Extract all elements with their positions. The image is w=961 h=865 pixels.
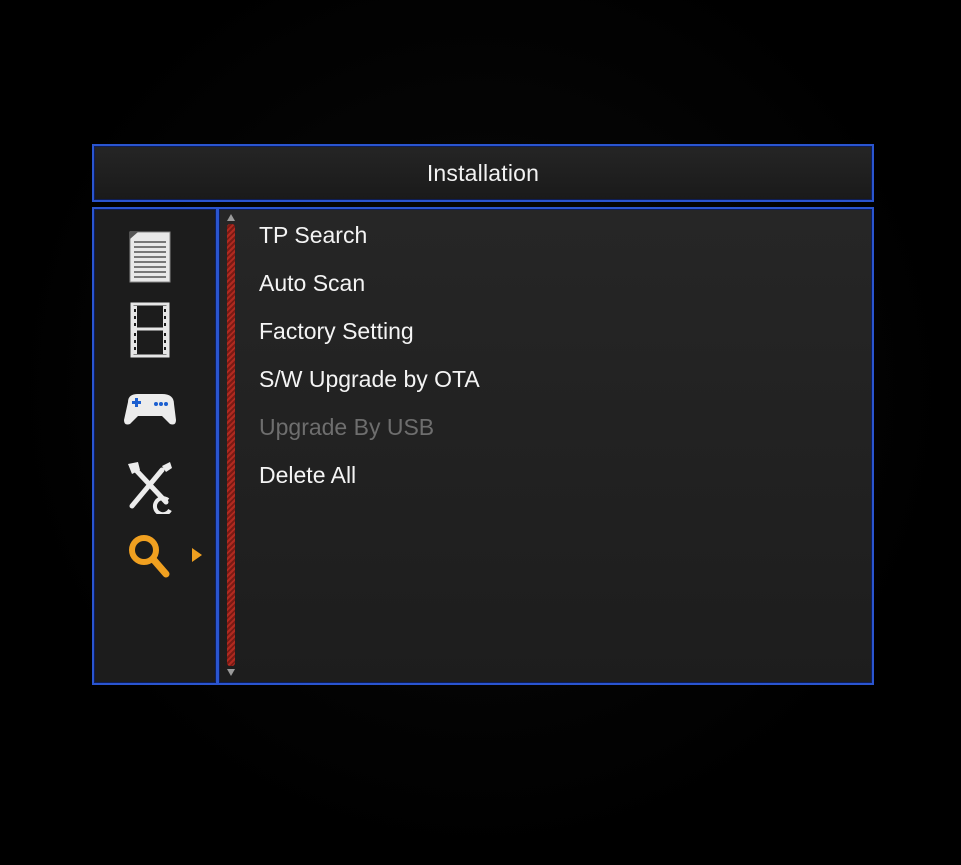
search-magnifier-icon[interactable]	[118, 528, 184, 586]
scroll-up-arrow-icon[interactable]	[227, 214, 235, 221]
osd-screen: Installation TP Search Auto Scan Factory…	[0, 0, 961, 865]
scrollbar[interactable]	[224, 212, 238, 678]
menu-item-delete-all[interactable]: Delete All	[259, 452, 859, 500]
page-title: Installation	[426, 159, 540, 186]
tools-icon[interactable]	[118, 456, 184, 514]
menu-item-tp-search[interactable]: TP Search	[259, 212, 859, 260]
document-list-icon[interactable]	[118, 228, 184, 286]
menu-item-factory-setting[interactable]: Factory Setting	[259, 308, 859, 356]
menu-item-upgrade-usb: Upgrade By USB	[259, 414, 435, 440]
film-strip-icon[interactable]	[118, 302, 184, 360]
scrollbar-track[interactable]	[227, 224, 235, 666]
gamepad-icon[interactable]	[118, 380, 184, 438]
scroll-down-arrow-icon[interactable]	[227, 669, 235, 676]
menu-item-auto-scan[interactable]: Auto Scan	[259, 260, 859, 308]
menu-list: TP Search Auto Scan Factory Setting S/W …	[259, 212, 859, 500]
selection-arrow-icon	[192, 548, 202, 562]
title-bar: Installation	[92, 144, 874, 202]
menu-item-sw-upgrade-ota[interactable]: S/W Upgrade by OTA	[259, 356, 859, 404]
